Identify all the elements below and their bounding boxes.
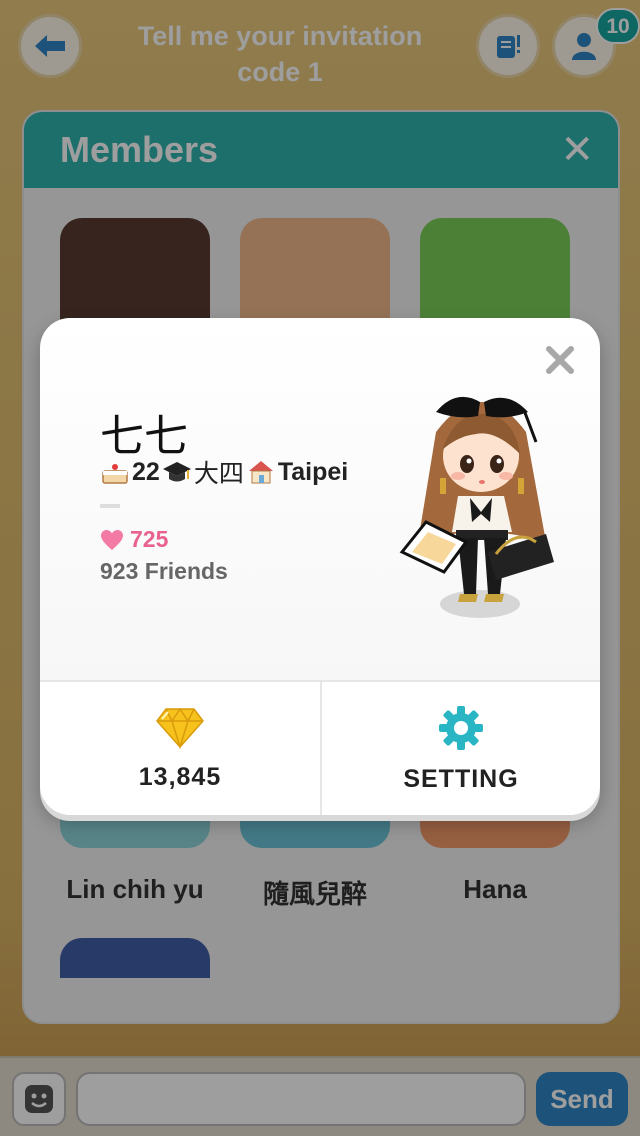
- likes-count: 725: [130, 526, 169, 552]
- setting-label: SETTING: [403, 765, 519, 793]
- profile-age: 22: [132, 457, 160, 486]
- popup-footer: 13,845 SETTING: [40, 680, 600, 815]
- setting-button[interactable]: SETTING: [320, 682, 600, 815]
- gems-count: 13,845: [138, 763, 222, 791]
- house-icon: [248, 461, 273, 484]
- profile-location: Taipei: [277, 457, 349, 486]
- profile-likes: 725: [100, 526, 168, 553]
- divider: [100, 504, 120, 508]
- profile-info-line: 22 大四 Taipei: [100, 454, 348, 490]
- diamond-icon: [156, 707, 204, 749]
- gear-icon: [439, 706, 483, 750]
- graduation-cap-icon: [162, 462, 191, 482]
- heart-icon: [101, 529, 123, 550]
- profile-school-year: 大四: [193, 459, 244, 488]
- cake-icon: [102, 464, 128, 484]
- profile-popup: 七七 22 大四 Taipei 725 923 Friends 13,845 S…: [40, 318, 600, 815]
- friends-count[interactable]: 923 Friends: [100, 558, 228, 585]
- profile-avatar-image: [399, 396, 554, 618]
- gems-button[interactable]: 13,845: [40, 682, 320, 815]
